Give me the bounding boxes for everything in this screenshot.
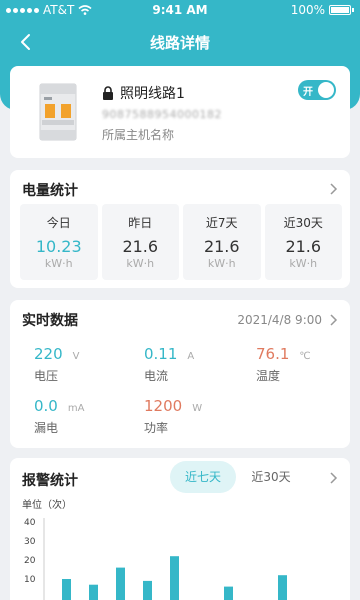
battery-icon	[329, 5, 351, 15]
device-serial: 9087588954000182	[102, 108, 222, 121]
power-toggle[interactable]: 开	[298, 80, 336, 100]
stat-label: 今日	[46, 216, 71, 230]
lock-icon	[103, 86, 113, 100]
alarm-bar-chart: 40 30 20 10	[24, 518, 287, 600]
metric-label: 温度	[256, 369, 281, 383]
page-title: 线路详情	[149, 34, 210, 52]
circuit-breaker-image	[39, 83, 77, 141]
stat-label: 近7天	[205, 216, 238, 230]
alarm-bar	[278, 575, 287, 600]
energy-stat-today[interactable]: 今日 10.23 kW·h	[20, 204, 98, 280]
alarm-bar	[224, 586, 233, 600]
metric-value: 0.11	[144, 345, 178, 363]
stat-label: 昨日	[128, 216, 153, 230]
alarm-stats-card: 报警统计 近七天 近30天 单位（次） 40 30 20 10	[10, 458, 350, 600]
metric-power: 1200 W 功率	[144, 396, 202, 436]
metric-temperature: 76.1 ℃ 温度	[256, 344, 311, 384]
stat-value: 21.6	[203, 237, 240, 256]
metric-value: 220	[34, 345, 63, 363]
metric-unit: V	[72, 351, 80, 362]
energy-stat-7days[interactable]: 近7天 21.6 kW·h	[183, 204, 261, 280]
realtime-title: 实时数据	[22, 313, 78, 329]
y-tick-label: 40	[24, 518, 36, 528]
metric-leakage: 0.0 mA 漏电	[34, 396, 84, 436]
metric-unit: mA	[67, 403, 85, 414]
energy-stat-yesterday[interactable]: 昨日 21.6 kW·h	[101, 204, 179, 280]
realtime-timestamp: 2021/4/8 9:00	[237, 313, 322, 327]
alarm-bar	[89, 584, 98, 600]
alarm-bar	[170, 556, 179, 600]
stat-unit: kW·h	[289, 257, 318, 270]
metric-value: 1200	[144, 397, 183, 415]
toggle-label: 开	[303, 87, 313, 98]
alarm-bar	[143, 580, 152, 600]
metric-label: 漏电	[34, 421, 59, 435]
status-bar: AT&T 9:41 AM 100%	[0, 0, 360, 20]
metric-unit: A	[187, 351, 195, 362]
metric-current: 0.11 A 电流	[144, 344, 194, 384]
metric-unit: ℃	[299, 351, 311, 362]
nav-bar: 线路详情	[0, 22, 360, 62]
device-name: 照明线路1	[120, 86, 185, 102]
metric-label: 电压	[34, 369, 59, 383]
y-tick-label: 10	[24, 575, 36, 585]
stat-value: 21.6	[122, 237, 159, 256]
y-tick-label: 30	[24, 537, 36, 547]
stat-unit: kW·h	[44, 257, 73, 270]
metric-label: 功率	[144, 421, 169, 435]
battery-percent: 100%	[290, 3, 325, 17]
metric-unit: W	[192, 403, 203, 414]
energy-stats-card[interactable]: 电量统计 今日 10.23 kW·h 昨日 21.6 kW·h 近7天 21.6…	[10, 170, 350, 288]
energy-stats-title: 电量统计	[22, 183, 78, 199]
stat-unit: kW·h	[207, 257, 236, 270]
host-name: 所属主机名称	[102, 128, 175, 142]
y-tick-label: 20	[24, 556, 36, 566]
stat-value: 21.6	[285, 237, 322, 256]
metric-value: 0.0	[34, 397, 58, 415]
chevron-right-icon[interactable]	[326, 182, 340, 196]
metric-label: 电流	[144, 369, 169, 383]
stat-label: 近30天	[283, 216, 323, 230]
realtime-data-card[interactable]: 实时数据 2021/4/8 9:00 220 V 电压 0.11 A 电流 76.1…	[10, 300, 350, 448]
metric-voltage: 220 V 电压	[34, 344, 79, 384]
device-card: 照明线路1 9087588954000182 所属主机名称 开	[10, 66, 350, 158]
toggle-knob	[318, 82, 334, 98]
alarm-bar	[116, 567, 125, 600]
alarm-bar	[62, 579, 71, 600]
metric-value: 76.1	[256, 345, 290, 363]
chevron-right-icon[interactable]	[326, 313, 340, 327]
stat-value: 10.23	[35, 237, 82, 256]
energy-stat-30days[interactable]: 近30天 21.6 kW·h	[264, 204, 342, 280]
stat-unit: kW·h	[126, 257, 155, 270]
